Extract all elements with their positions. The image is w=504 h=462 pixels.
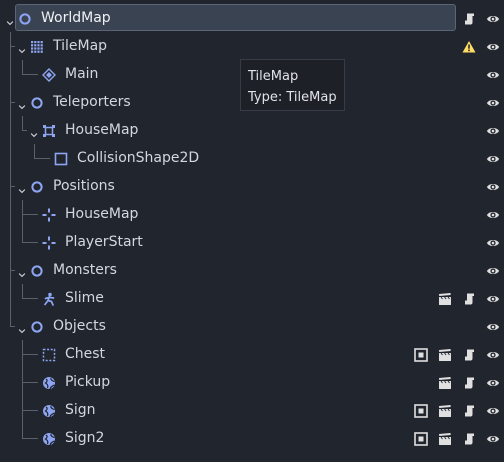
script-icon[interactable] xyxy=(462,347,476,361)
collapse-arrow-icon[interactable] xyxy=(17,181,27,194)
tree-guide-branch xyxy=(22,298,38,299)
script-icon[interactable] xyxy=(462,375,476,389)
collapse-arrow-icon[interactable] xyxy=(5,13,15,26)
node-label[interactable]: Sign2 xyxy=(65,424,104,452)
visibility-eye-icon[interactable] xyxy=(486,431,500,445)
tree-guide-branch xyxy=(22,214,38,215)
globe-icon xyxy=(42,431,56,446)
script-icon[interactable] xyxy=(462,11,476,25)
instance-clapper-icon[interactable] xyxy=(438,403,452,417)
tree-guide-branch xyxy=(10,270,15,271)
script-icon[interactable] xyxy=(462,291,476,305)
node2d-circle-icon xyxy=(18,11,32,25)
node2d-circle-icon xyxy=(30,179,44,193)
tree-row-collisionshape2d[interactable]: CollisionShape2D xyxy=(0,140,504,172)
visibility-eye-icon[interactable] xyxy=(486,375,500,389)
collapse-arrow-icon[interactable] xyxy=(29,125,39,138)
globe-icon xyxy=(42,403,56,418)
tree-row-teleporters-housemap[interactable]: HouseMap xyxy=(0,112,504,144)
tree-guide-branch xyxy=(34,158,50,159)
visibility-eye-icon[interactable] xyxy=(486,151,500,165)
tree-row-worldmap[interactable]: WorldMap xyxy=(0,0,504,31)
visibility-eye-icon[interactable] xyxy=(486,403,500,417)
tree-guide-branch xyxy=(22,242,38,243)
collapse-arrow-icon[interactable] xyxy=(17,321,27,334)
tree-guide-branch xyxy=(10,102,15,103)
collapse-arrow-icon[interactable] xyxy=(17,41,27,54)
tree-row-sign[interactable]: Sign xyxy=(0,392,504,424)
position2d-cross-icon xyxy=(42,207,56,222)
tree-row-positions[interactable]: Positions xyxy=(0,168,504,200)
tree-row-positions-housemap[interactable]: HouseMap xyxy=(0,196,504,228)
visibility-eye-icon[interactable] xyxy=(486,235,500,249)
tree-guide-line xyxy=(22,424,23,438)
tree-guide-branch xyxy=(10,46,15,47)
tree-guide-branch xyxy=(22,130,27,131)
dotted-rect-icon xyxy=(42,347,56,362)
tooltip-type: Type: TileMap xyxy=(248,90,337,105)
visibility-eye-icon[interactable] xyxy=(486,347,500,361)
node2d-circle-icon xyxy=(30,95,44,109)
tree-row-playerstart[interactable]: PlayerStart xyxy=(0,224,504,256)
tree-guide-branch xyxy=(22,410,38,411)
visibility-eye-icon[interactable] xyxy=(486,39,500,53)
collapse-arrow-icon[interactable] xyxy=(17,97,27,110)
warning-icon[interactable] xyxy=(462,39,476,53)
visibility-eye-icon[interactable] xyxy=(486,263,500,277)
visibility-eye-icon[interactable] xyxy=(486,291,500,305)
scene-tree-panel: WorldMap TileMap Main Teleporters HouseMap Co… xyxy=(0,0,504,462)
script-icon[interactable] xyxy=(462,403,476,417)
tree-guide-branch xyxy=(22,74,38,75)
tree-row-slime[interactable]: Slime xyxy=(0,280,504,312)
tree-guide-branch xyxy=(22,354,38,355)
node2d-circle-icon xyxy=(30,319,44,333)
tree-guide-line xyxy=(22,116,23,130)
visibility-eye-icon[interactable] xyxy=(486,179,500,193)
tree-guide-line xyxy=(34,144,35,158)
tree-guide-line xyxy=(22,284,23,298)
visibility-eye-icon[interactable] xyxy=(486,11,500,25)
tree-row-sign2[interactable]: Sign2 xyxy=(0,420,504,448)
node2d-circle-icon xyxy=(30,263,44,277)
tree-guide-line xyxy=(10,312,11,326)
node-tooltip: TileMap Type: TileMap xyxy=(240,59,345,111)
visibility-eye-icon[interactable] xyxy=(486,207,500,221)
tileset-layer-icon xyxy=(42,67,56,82)
collapse-arrow-icon[interactable] xyxy=(17,265,27,278)
visibility-eye-icon[interactable] xyxy=(486,95,500,109)
visibility-eye-icon[interactable] xyxy=(486,123,500,137)
instance-clapper-icon[interactable] xyxy=(438,291,452,305)
collision-shape-icon xyxy=(54,151,68,166)
visibility-eye-icon[interactable] xyxy=(486,319,500,333)
tree-guide-branch xyxy=(22,438,38,439)
instance-clapper-icon[interactable] xyxy=(438,431,452,445)
tree-guide-branch xyxy=(10,326,15,327)
editable-children-icon[interactable] xyxy=(414,403,428,418)
tree-row-monsters[interactable]: Monsters xyxy=(0,252,504,284)
tree-guide-line xyxy=(22,60,23,74)
tooltip-name: TileMap xyxy=(248,69,299,84)
area2d-icon xyxy=(42,123,56,137)
tree-guide-branch xyxy=(10,186,15,187)
tree-row-chest[interactable]: Chest xyxy=(0,336,504,368)
tree-row-objects[interactable]: Objects xyxy=(0,308,504,336)
instance-clapper-icon[interactable] xyxy=(438,347,452,361)
tree-guide-branch xyxy=(22,382,38,383)
editable-children-icon[interactable] xyxy=(414,347,428,362)
kinematic-body-icon xyxy=(42,291,56,306)
tree-row-pickup[interactable]: Pickup xyxy=(0,364,504,396)
instance-clapper-icon[interactable] xyxy=(438,375,452,389)
tree-row-tilemap[interactable]: TileMap xyxy=(0,28,504,60)
globe-icon xyxy=(42,375,56,390)
script-icon[interactable] xyxy=(462,431,476,445)
position2d-cross-icon xyxy=(42,235,56,250)
tree-guide-line xyxy=(22,228,23,242)
tilemap-grid-icon xyxy=(30,39,44,53)
editable-children-icon[interactable] xyxy=(414,431,428,446)
visibility-eye-icon[interactable] xyxy=(486,67,500,81)
